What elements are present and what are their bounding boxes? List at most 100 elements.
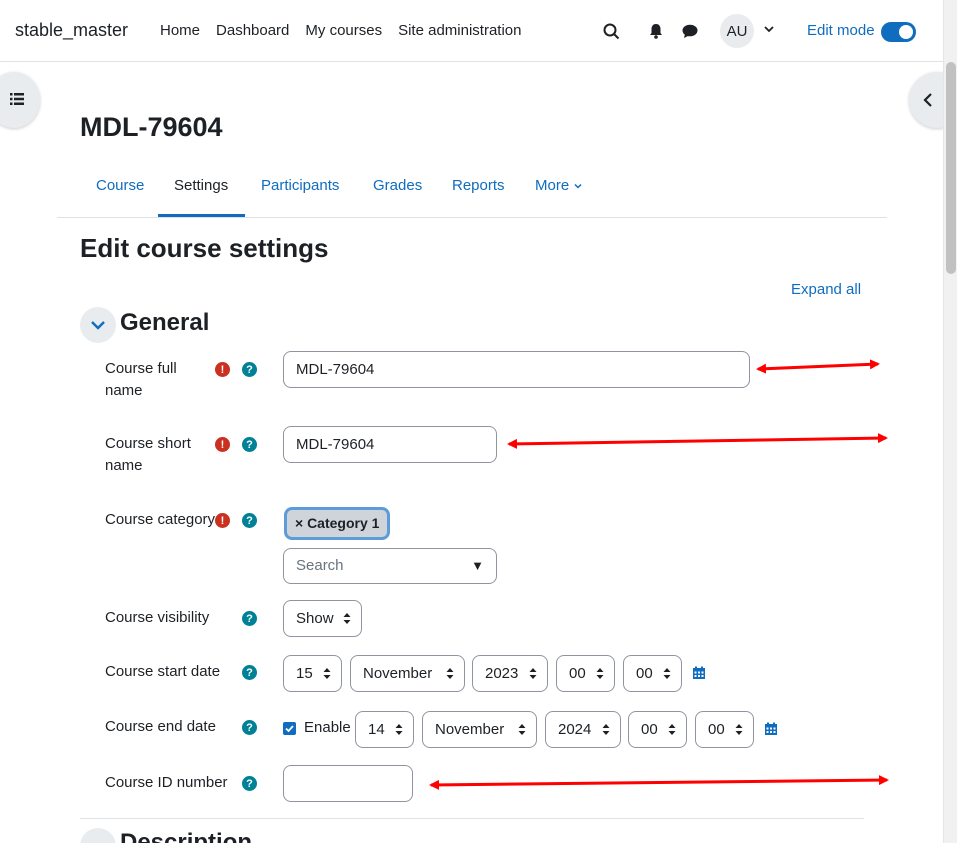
annotation-arrow xyxy=(756,359,880,374)
calendar-icon[interactable] xyxy=(764,722,778,736)
end-month-select[interactable]: November xyxy=(422,711,537,748)
help-icon[interactable]: ? xyxy=(242,611,257,626)
user-avatar[interactable]: AU xyxy=(720,14,754,48)
end-day-value: 14 xyxy=(368,721,385,738)
start-hour-value: 00 xyxy=(569,665,586,682)
sort-caret-icon xyxy=(518,724,526,735)
sort-caret-icon xyxy=(668,724,676,735)
start-year-select[interactable]: 2023 xyxy=(472,655,548,692)
bell-icon[interactable] xyxy=(645,20,667,42)
tab-course[interactable]: Course xyxy=(96,177,144,194)
top-navbar: stable_master Home Dashboard My courses … xyxy=(0,0,943,62)
help-icon[interactable]: ? xyxy=(242,720,257,735)
selected-category-chip[interactable]: × Category 1 xyxy=(284,507,391,540)
label-course-visibility: Course visibility xyxy=(105,609,210,626)
sort-caret-icon xyxy=(529,668,537,679)
label-course-full-name: Course full name xyxy=(105,360,177,399)
course-id-number-input[interactable] xyxy=(283,765,413,802)
secondary-navigation: Course Settings Participants Grades Repo… xyxy=(57,165,887,218)
help-icon[interactable]: ? xyxy=(242,513,257,528)
nav-dashboard[interactable]: Dashboard xyxy=(216,22,289,39)
nav-site-administration[interactable]: Site administration xyxy=(398,22,521,39)
calendar-icon[interactable] xyxy=(692,666,706,680)
label-course-category: Course category xyxy=(105,511,216,528)
tab-reports[interactable]: Reports xyxy=(452,177,505,194)
end-month-value: November xyxy=(435,721,505,738)
course-title: MDL-79604 xyxy=(80,112,223,142)
start-minute-select[interactable]: 00 xyxy=(623,655,682,692)
required-icon: ! xyxy=(215,513,230,528)
end-year-select[interactable]: 2024 xyxy=(545,711,621,748)
section-title-general: General xyxy=(120,309,210,336)
end-minute-select[interactable]: 00 xyxy=(695,711,754,748)
end-hour-select[interactable]: 00 xyxy=(628,711,687,748)
help-icon[interactable]: ? xyxy=(242,776,257,791)
help-icon[interactable]: ? xyxy=(242,362,257,377)
category-search-placeholder: Search xyxy=(296,557,344,574)
section-divider xyxy=(80,818,864,819)
end-date-enable-checkbox[interactable] xyxy=(283,722,296,735)
expand-all-link[interactable]: Expand all xyxy=(791,281,861,298)
annotation-arrow xyxy=(507,433,888,449)
site-brand[interactable]: stable_master xyxy=(15,20,128,41)
required-icon: ! xyxy=(215,437,230,452)
label-course-short-name: Course short name xyxy=(105,435,191,474)
start-day-value: 15 xyxy=(296,665,313,682)
sort-caret-icon xyxy=(343,613,351,624)
search-icon[interactable] xyxy=(600,20,622,42)
category-search-input[interactable]: Search ▼ xyxy=(283,548,497,584)
section-collapse-toggle[interactable] xyxy=(80,828,116,843)
chevron-down-icon xyxy=(574,184,582,189)
chevron-down-icon xyxy=(91,321,105,330)
end-minute-value: 00 xyxy=(708,721,725,738)
course-short-name-input[interactable] xyxy=(283,426,497,463)
sort-caret-icon xyxy=(602,724,610,735)
tab-more[interactable]: More xyxy=(535,177,583,194)
course-full-name-input[interactable] xyxy=(283,351,750,388)
primary-navigation: Home Dashboard My courses Site administr… xyxy=(160,22,522,39)
end-hour-value: 00 xyxy=(641,721,658,738)
tab-settings[interactable]: Settings xyxy=(174,177,228,194)
start-month-select[interactable]: November xyxy=(350,655,465,692)
nav-home[interactable]: Home xyxy=(160,22,200,39)
required-icon: ! xyxy=(215,362,230,377)
course-visibility-select[interactable]: Show xyxy=(283,600,362,637)
section-collapse-toggle[interactable] xyxy=(80,307,116,343)
messages-icon[interactable] xyxy=(679,20,701,42)
start-day-select[interactable]: 15 xyxy=(283,655,342,692)
sort-caret-icon xyxy=(323,668,331,679)
chevron-down-icon[interactable] xyxy=(762,22,776,36)
active-tab-indicator xyxy=(158,214,245,217)
end-year-value: 2024 xyxy=(558,721,592,738)
label-course-end-date: Course end date xyxy=(105,718,216,735)
sort-caret-icon xyxy=(735,724,743,735)
form-title: Edit course settings xyxy=(80,233,329,263)
label-course-start-date: Course start date xyxy=(105,663,221,680)
page-scrollbar[interactable] xyxy=(943,0,957,843)
tab-participants[interactable]: Participants xyxy=(261,177,339,194)
start-hour-select[interactable]: 00 xyxy=(556,655,615,692)
help-icon[interactable]: ? xyxy=(242,437,257,452)
sort-caret-icon xyxy=(446,668,454,679)
section-title-description: Description xyxy=(120,829,253,843)
checkmark-icon xyxy=(285,725,294,733)
chevron-left-icon xyxy=(923,93,932,107)
sort-caret-icon xyxy=(596,668,604,679)
start-year-value: 2023 xyxy=(485,665,519,682)
start-minute-value: 00 xyxy=(636,665,653,682)
tab-grades[interactable]: Grades xyxy=(373,177,422,194)
start-month-value: November xyxy=(363,665,433,682)
help-icon[interactable]: ? xyxy=(242,665,257,680)
sort-caret-icon xyxy=(395,724,403,735)
edit-mode-toggle[interactable] xyxy=(881,22,916,42)
tab-more-label: More xyxy=(535,177,570,194)
end-day-select[interactable]: 14 xyxy=(355,711,414,748)
edit-mode-label: Edit mode xyxy=(807,22,875,39)
sort-caret-icon xyxy=(663,668,671,679)
course-index-drawer-button[interactable] xyxy=(0,72,40,128)
scrollbar-thumb[interactable] xyxy=(946,62,956,274)
list-icon xyxy=(10,93,24,105)
dropdown-triangle-icon[interactable]: ▼ xyxy=(471,549,484,583)
nav-my-courses[interactable]: My courses xyxy=(305,22,382,39)
end-date-enable-label[interactable]: Enable xyxy=(304,719,351,736)
